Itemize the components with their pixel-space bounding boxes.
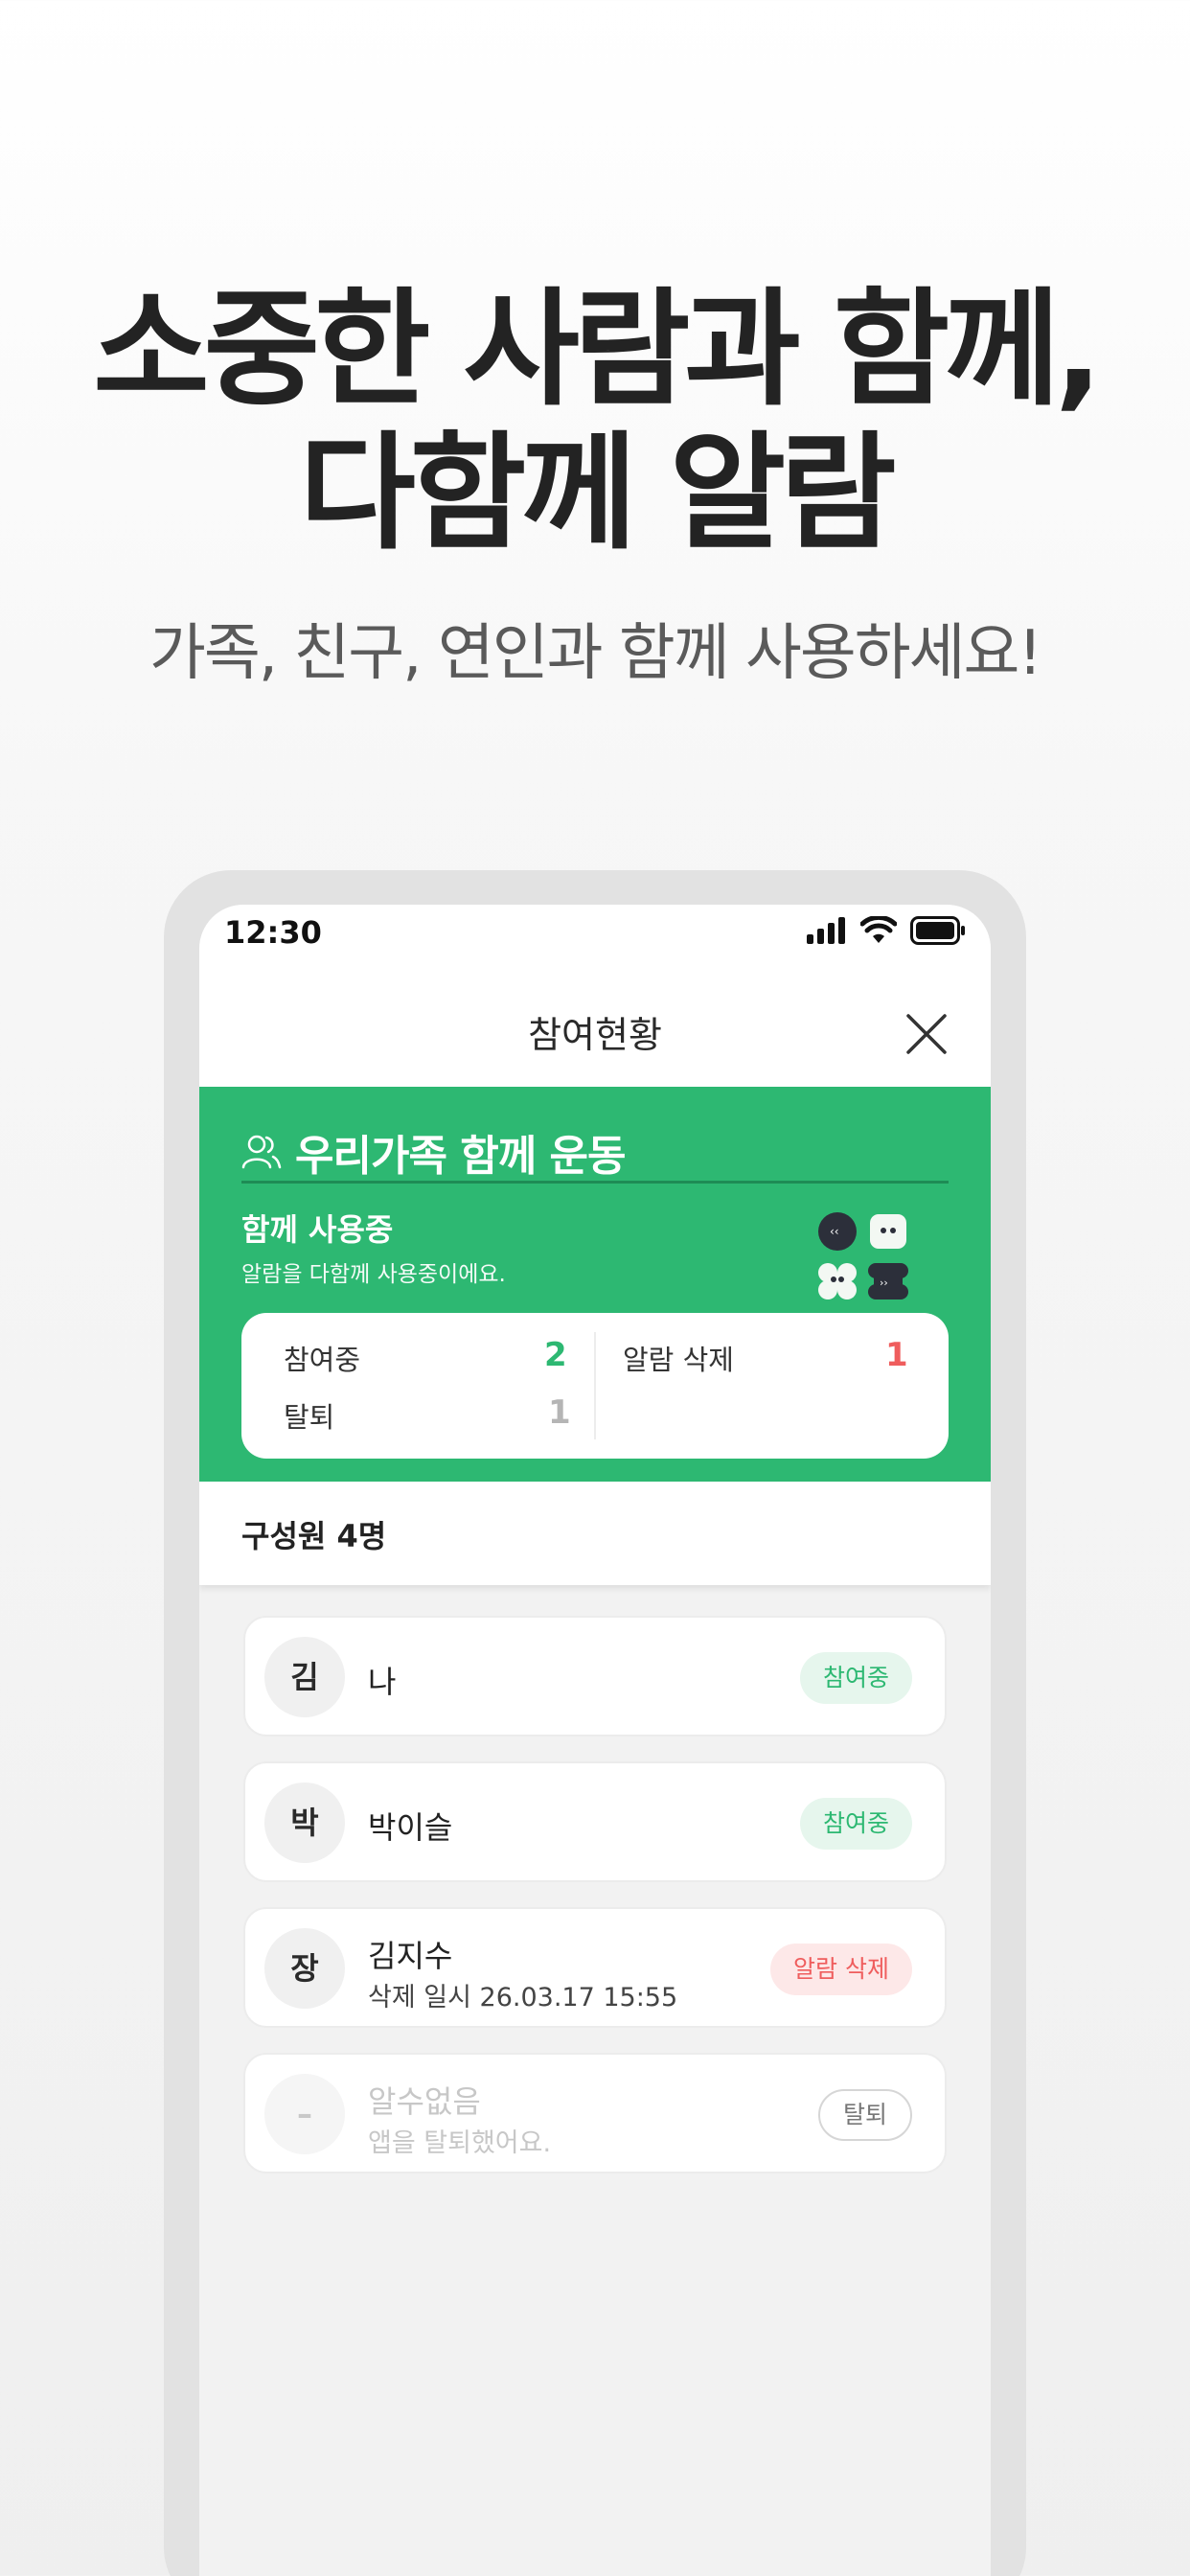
avatar: – [264, 2074, 345, 2154]
phone-screen: 12:30 참여현황 우리가족 함께 운동 함께 사용중 알람을 다함께 사용중… [199, 905, 991, 2576]
stat-deleted-label: 알람 삭제 [623, 1344, 734, 1376]
member-card[interactable]: 김 나 참여중 [243, 1616, 947, 1736]
wifi-icon [860, 916, 897, 943]
avatar: 김 [264, 1637, 345, 1717]
promo-headline: 소중한 사람과 함께, 다함께 알람 [0, 278, 1190, 565]
avatar: 장 [264, 1928, 345, 2009]
status-bar: 12:30 [199, 905, 991, 981]
member-name: 김지수 [368, 1938, 453, 1974]
members-header: 구성원 4명 [199, 1482, 991, 1585]
stats-card: 참여중 2 탈퇴 1 알람 삭제 1 [241, 1313, 949, 1459]
member-name: 알수없음 [368, 2083, 481, 2120]
member-deleted-time: 삭제 일시 26.03.17 15:55 [368, 1983, 678, 2012]
member-card[interactable]: 장 김지수 삭제 일시 26.03.17 15:55 알람 삭제 [243, 1907, 947, 2028]
stat-joined-label: 참여중 [284, 1344, 361, 1376]
svg-text:››: ›› [880, 1276, 888, 1289]
group-status-title: 함께 사용중 [241, 1211, 394, 1248]
divider [241, 1181, 949, 1184]
member-name: 박이슬 [368, 1809, 453, 1846]
promo-subline: 가족, 친구, 연인과 함께 사용하세요! [149, 618, 1042, 689]
status-badge: 참여중 [799, 1652, 912, 1704]
members-count: 구성원 4명 [241, 1518, 387, 1554]
close-icon[interactable] [904, 1012, 949, 1056]
group-name: 우리가족 함께 운동 [295, 1132, 626, 1181]
member-name: 나 [368, 1664, 397, 1700]
status-badge: 알람 삭제 [770, 1944, 912, 1995]
promo-headline-line2: 다함께 알람 [299, 420, 896, 567]
status-badge: 참여중 [799, 1798, 912, 1850]
people-icon [241, 1135, 282, 1169]
stat-left-label: 탈퇴 [284, 1401, 335, 1434]
signal-icon [807, 917, 845, 944]
stats-divider [594, 1332, 596, 1439]
promo-headline-line1: 소중한 사람과 함께, [93, 276, 1103, 424]
svg-text:‹‹: ‹‹ [830, 1225, 839, 1238]
status-badge: 탈퇴 [817, 2089, 912, 2141]
group-summary-panel: 우리가족 함께 운동 함께 사용중 알람을 다함께 사용중이에요. ‹‹ ›› … [199, 1087, 991, 1482]
member-card[interactable]: – 알수없음 앱을 탈퇴했어요. 탈퇴 [243, 2053, 947, 2174]
stat-left-value: 1 [548, 1393, 571, 1432]
member-card[interactable]: 박 박이슬 참여중 [243, 1761, 947, 1882]
stat-joined-value: 2 [544, 1336, 567, 1374]
stat-deleted-value: 1 [885, 1336, 908, 1374]
status-time: 12:30 [224, 914, 322, 951]
nav-bar: 참여현황 [199, 981, 991, 1087]
mascot-characters-icon: ‹‹ ›› [818, 1212, 908, 1300]
page-title: 참여현황 [528, 1014, 662, 1056]
member-left-note: 앱을 탈퇴했어요. [368, 2128, 552, 2158]
group-status-desc: 알람을 다함께 사용중이에요. [241, 1262, 506, 1287]
avatar: 박 [264, 1782, 345, 1863]
battery-icon [910, 916, 965, 945]
